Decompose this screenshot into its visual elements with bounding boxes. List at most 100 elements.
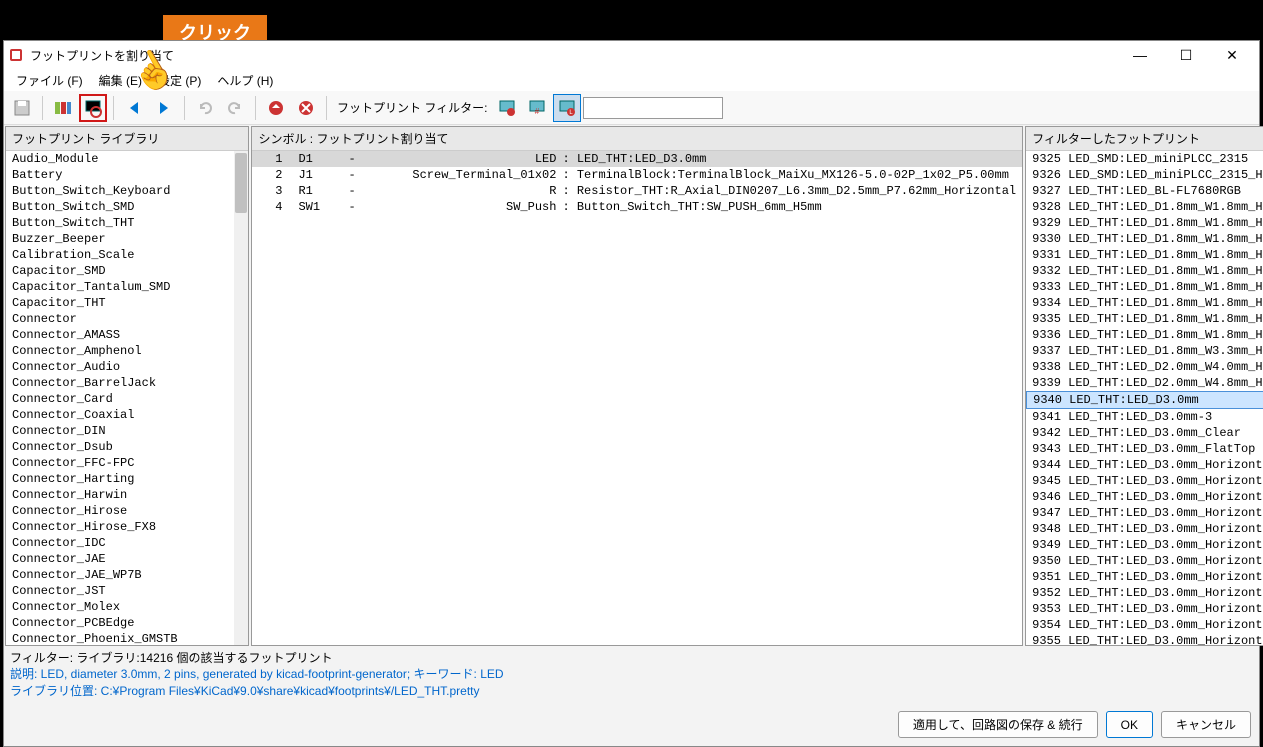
library-item[interactable]: Capacitor_SMD	[6, 263, 248, 279]
filter-library-button[interactable]: L	[553, 94, 581, 122]
filter-pin-button[interactable]: #	[523, 94, 551, 122]
assignment-row[interactable]: 4SW1-SW_Push : Button_Switch_THT:SW_PUSH…	[252, 199, 1022, 215]
library-item[interactable]: Connector_Molex	[6, 599, 248, 615]
library-pane-header: フットプリント ライブラリ	[6, 127, 248, 151]
library-item[interactable]: Connector_Hirose	[6, 503, 248, 519]
footprint-item[interactable]: 9343 LED_THT:LED_D3.0mm_FlatTop	[1026, 441, 1263, 457]
library-item[interactable]: Capacitor_THT	[6, 295, 248, 311]
footprint-item[interactable]: 9330 LED_THT:LED_D1.8mm_W1.8mm_H2.4mm_Ho…	[1026, 231, 1263, 247]
assignment-row[interactable]: 2J1-Screw_Terminal_01x02 : TerminalBlock…	[252, 167, 1022, 183]
auto-assign-button[interactable]	[262, 94, 290, 122]
library-item[interactable]: Connector_Harwin	[6, 487, 248, 503]
app-window: フットプリントを割り当て — ☐ ✕ ファイル (F) 編集 (E) 設定 (P…	[3, 40, 1260, 747]
footprint-pane: フィルターしたフットプリント 9325 LED_SMD:LED_miniPLCC…	[1025, 126, 1263, 646]
library-item[interactable]: Connector_Card	[6, 391, 248, 407]
footprint-item[interactable]: 9352 LED_THT:LED_D3.0mm_Horizontal_O3.81…	[1026, 585, 1263, 601]
footprint-item[interactable]: 9328 LED_THT:LED_D1.8mm_W1.8mm_H2.4mm_Ho…	[1026, 199, 1263, 215]
ok-button[interactable]: OK	[1106, 711, 1153, 738]
footprint-item[interactable]: 9348 LED_THT:LED_D3.0mm_Horizontal_O1.27…	[1026, 521, 1263, 537]
toolbar: フットプリント フィルター: # L	[4, 91, 1259, 125]
footprint-item[interactable]: 9342 LED_THT:LED_D3.0mm_Clear	[1026, 425, 1263, 441]
library-item[interactable]: Connector_JAE_WP7B	[6, 567, 248, 583]
library-item[interactable]: Connector_Coaxial	[6, 407, 248, 423]
titlebar: フットプリントを割り当て — ☐ ✕	[4, 41, 1259, 69]
library-list[interactable]: Audio_ModuleBatteryButton_Switch_Keyboar…	[6, 151, 248, 645]
library-item[interactable]: Calibration_Scale	[6, 247, 248, 263]
footprint-item[interactable]: 9336 LED_THT:LED_D1.8mm_W1.8mm_H2.4mm_Ho…	[1026, 327, 1263, 343]
library-item[interactable]: Connector_PCBEdge	[6, 615, 248, 631]
delete-assign-button[interactable]	[292, 94, 320, 122]
footprint-item[interactable]: 9347 LED_THT:LED_D3.0mm_Horizontal_O1.27…	[1026, 505, 1263, 521]
footprint-item[interactable]: 9351 LED_THT:LED_D3.0mm_Horizontal_O3.81…	[1026, 569, 1263, 585]
library-item[interactable]: Connector_JST	[6, 583, 248, 599]
filter-label: フットプリント フィルター:	[337, 99, 487, 116]
library-item[interactable]: Button_Switch_SMD	[6, 199, 248, 215]
redo-button[interactable]	[221, 94, 249, 122]
footprint-item[interactable]: 9331 LED_THT:LED_D1.8mm_W1.8mm_H2.4mm_Ho…	[1026, 247, 1263, 263]
close-button[interactable]: ✕	[1209, 41, 1255, 69]
footprint-item[interactable]: 9341 LED_THT:LED_D3.0mm-3	[1026, 409, 1263, 425]
footprint-item[interactable]: 9354 LED_THT:LED_D3.0mm_Horizontal_O6.35…	[1026, 617, 1263, 633]
footprint-item[interactable]: 9353 LED_THT:LED_D3.0mm_Horizontal_O6.35…	[1026, 601, 1263, 617]
library-edit-button[interactable]	[49, 94, 77, 122]
library-item[interactable]: Buzzer_Beeper	[6, 231, 248, 247]
footprint-item[interactable]: 9338 LED_THT:LED_D2.0mm_W4.0mm_H2.8mm_Fl…	[1026, 359, 1263, 375]
library-item[interactable]: Battery	[6, 167, 248, 183]
footprint-item[interactable]: 9327 LED_THT:LED_BL-FL7680RGB	[1026, 183, 1263, 199]
library-item[interactable]: Connector_JAE	[6, 551, 248, 567]
footprint-item[interactable]: 9329 LED_THT:LED_D1.8mm_W1.8mm_H2.4mm_Ho…	[1026, 215, 1263, 231]
undo-button[interactable]	[191, 94, 219, 122]
next-button[interactable]	[150, 94, 178, 122]
footprint-item[interactable]: 9332 LED_THT:LED_D1.8mm_W1.8mm_H2.4mm_Ho…	[1026, 263, 1263, 279]
footprint-item[interactable]: 9334 LED_THT:LED_D1.8mm_W1.8mm_H2.4mm_Ho…	[1026, 295, 1263, 311]
minimize-button[interactable]: —	[1117, 41, 1163, 69]
footprint-item[interactable]: 9345 LED_THT:LED_D3.0mm_Horizontal_O1.27…	[1026, 473, 1263, 489]
footprint-item[interactable]: 9325 LED_SMD:LED_miniPLCC_2315	[1026, 151, 1263, 167]
library-item[interactable]: Audio_Module	[6, 151, 248, 167]
footprint-item[interactable]: 9349 LED_THT:LED_D3.0mm_Horizontal_O1.27…	[1026, 537, 1263, 553]
menu-file[interactable]: ファイル (F)	[8, 70, 91, 91]
footprint-item[interactable]: 9337 LED_THT:LED_D1.8mm_W3.3mm_H2.4mm	[1026, 343, 1263, 359]
library-item[interactable]: Connector_AMASS	[6, 327, 248, 343]
library-item[interactable]: Connector_Phoenix_GMSTB	[6, 631, 248, 645]
footprint-item[interactable]: 9355 LED_THT:LED_D3.0mm_Horizontal_O6.35…	[1026, 633, 1263, 645]
library-item[interactable]: Connector_BarrelJack	[6, 375, 248, 391]
footprint-item[interactable]: 9333 LED_THT:LED_D1.8mm_W1.8mm_H2.4mm_Ho…	[1026, 279, 1263, 295]
library-item[interactable]: Connector_Amphenol	[6, 343, 248, 359]
library-item[interactable]: Button_Switch_Keyboard	[6, 183, 248, 199]
view-footprint-button[interactable]	[79, 94, 107, 122]
footprint-item[interactable]: 9346 LED_THT:LED_D3.0mm_Horizontal_O1.27…	[1026, 489, 1263, 505]
library-item[interactable]: Capacitor_Tantalum_SMD	[6, 279, 248, 295]
filter-input[interactable]	[583, 97, 723, 119]
footprint-item[interactable]: 9326 LED_SMD:LED_miniPLCC_2315_Handsolde…	[1026, 167, 1263, 183]
assignment-list[interactable]: 1D1-LED : LED_THT:LED_D3.0mm2J1-Screw_Te…	[252, 151, 1022, 645]
footprint-list[interactable]: 9325 LED_SMD:LED_miniPLCC_23159326 LED_S…	[1026, 151, 1263, 645]
library-item[interactable]: Connector	[6, 311, 248, 327]
apply-button[interactable]: 適用して、回路図の保存 & 続行	[898, 711, 1098, 738]
assignment-row[interactable]: 3R1-R : Resistor_THT:R_Axial_DIN0207_L6.…	[252, 183, 1022, 199]
library-item[interactable]: Connector_Audio	[6, 359, 248, 375]
cancel-button[interactable]: キャンセル	[1161, 711, 1251, 738]
filter-keyword-button[interactable]	[493, 94, 521, 122]
library-item[interactable]: Connector_IDC	[6, 535, 248, 551]
library-item[interactable]: Connector_Dsub	[6, 439, 248, 455]
footprint-item[interactable]: 9344 LED_THT:LED_D3.0mm_Horizontal_O1.27…	[1026, 457, 1263, 473]
menubar: ファイル (F) 編集 (E) 設定 (P) ヘルプ (H)	[4, 69, 1259, 91]
footprint-item[interactable]: 9339 LED_THT:LED_D2.0mm_W4.8mm_H2.5mm_Fl…	[1026, 375, 1263, 391]
library-item[interactable]: Connector_Hirose_FX8	[6, 519, 248, 535]
svg-text:#: #	[535, 107, 540, 116]
footprint-item[interactable]: 9340 LED_THT:LED_D3.0mm	[1026, 391, 1263, 409]
footprint-pane-header: フィルターしたフットプリント	[1026, 127, 1263, 151]
footprint-item[interactable]: 9350 LED_THT:LED_D3.0mm_Horizontal_O3.81…	[1026, 553, 1263, 569]
library-item[interactable]: Connector_DIN	[6, 423, 248, 439]
save-button[interactable]	[8, 94, 36, 122]
footprint-item[interactable]: 9335 LED_THT:LED_D1.8mm_W1.8mm_H2.4mm_Ho…	[1026, 311, 1263, 327]
library-item[interactable]: Button_Switch_THT	[6, 215, 248, 231]
maximize-button[interactable]: ☐	[1163, 41, 1209, 69]
status-area: フィルター: ライブラリ:14216 個の該当するフットプリント 説明: LED…	[4, 647, 1259, 703]
menu-help[interactable]: ヘルプ (H)	[209, 70, 281, 91]
assignment-row[interactable]: 1D1-LED : LED_THT:LED_D3.0mm	[252, 151, 1022, 167]
app-icon	[8, 47, 24, 63]
library-item[interactable]: Connector_FFC-FPC	[6, 455, 248, 471]
library-item[interactable]: Connector_Harting	[6, 471, 248, 487]
